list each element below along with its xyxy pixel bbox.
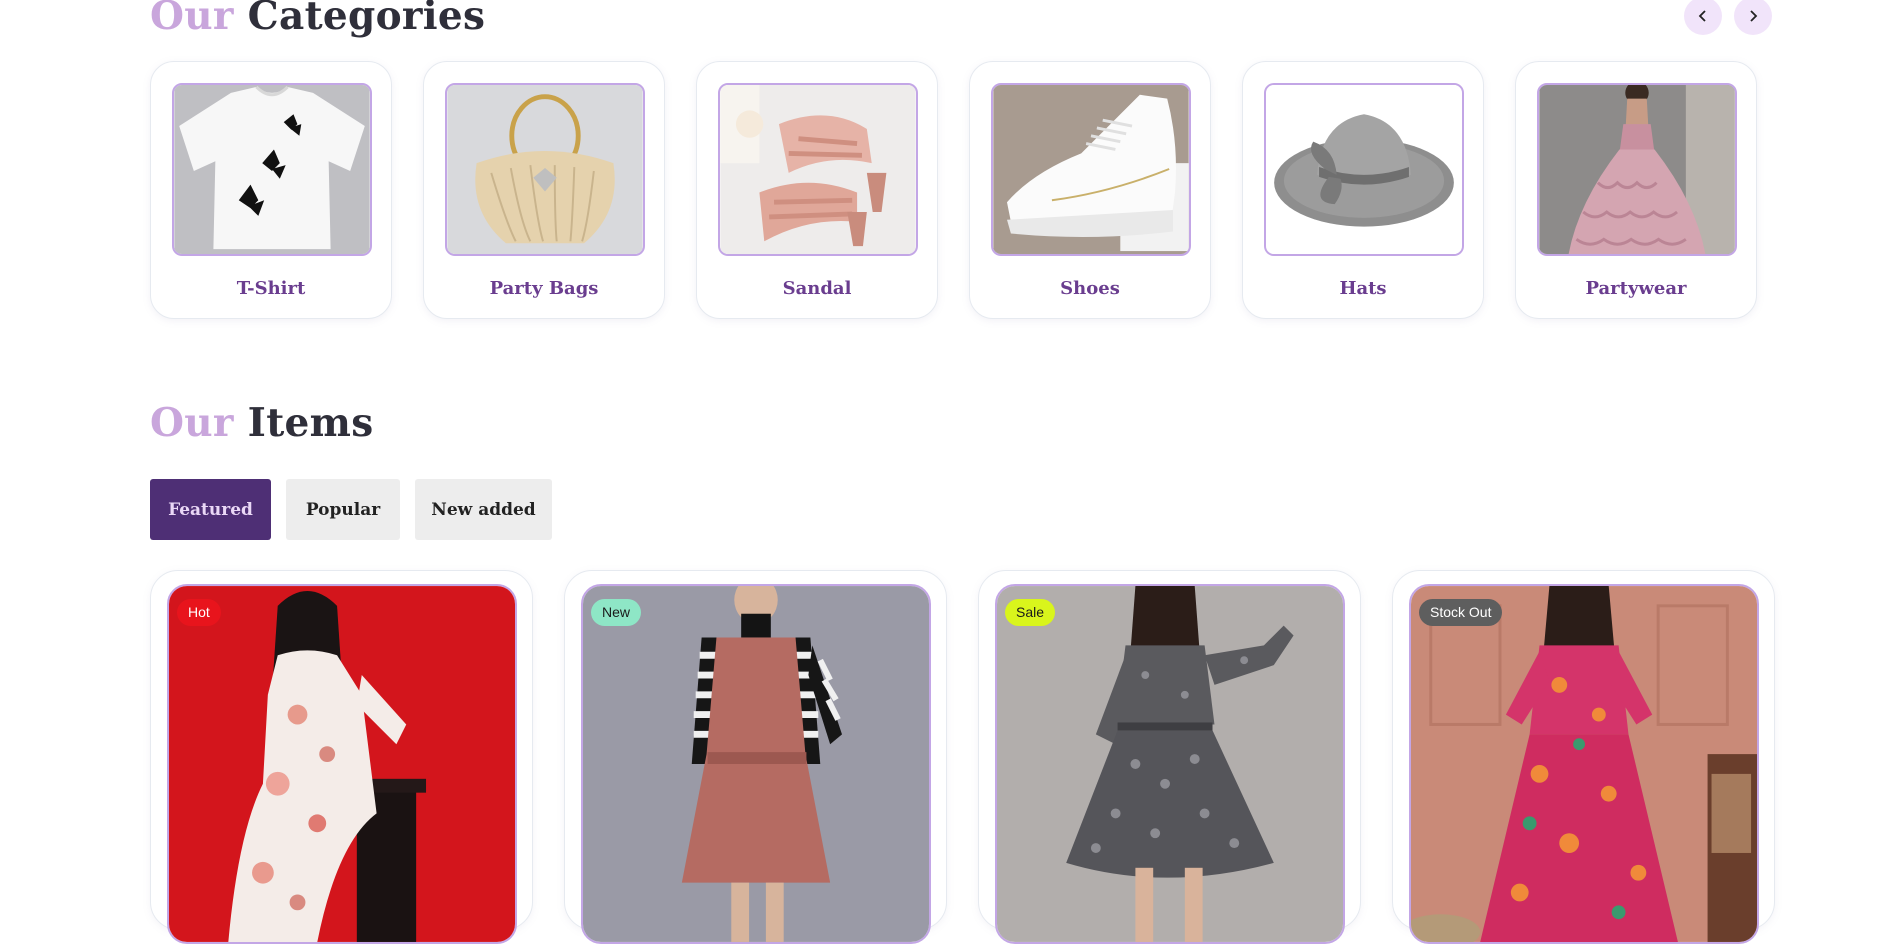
sandal-image — [718, 83, 918, 256]
category-label: Sandal — [782, 278, 852, 299]
items-title: Our Items — [150, 400, 373, 446]
product-image[interactable] — [167, 584, 517, 944]
category-label: Hats — [1339, 278, 1387, 299]
category-card-shoes[interactable]: Shoes — [969, 61, 1211, 319]
item-filter-tabs: Featured Popular New added — [150, 479, 552, 540]
product-image[interactable] — [1409, 584, 1759, 944]
categories-carousel: T-Shirt Party Bags Sandal Shoes Hats Par… — [150, 61, 1757, 319]
items-title-accent: Our — [150, 400, 234, 446]
category-label: Partywear — [1585, 278, 1687, 299]
product-image[interactable] — [581, 584, 931, 944]
product-badge-hot: Hot — [177, 599, 221, 626]
items-title-main: Items — [247, 400, 374, 446]
categories-next-button[interactable] — [1734, 0, 1772, 35]
partywear-image — [1537, 83, 1737, 256]
category-card-sandal[interactable]: Sandal — [696, 61, 938, 319]
party-bag-image — [445, 83, 645, 256]
shoe-image — [991, 83, 1191, 256]
category-card-partywear[interactable]: Partywear — [1515, 61, 1757, 319]
categories-title-main: Categories — [247, 0, 486, 39]
tab-new-added[interactable]: New added — [415, 479, 552, 540]
hat-image — [1264, 83, 1464, 256]
product-card[interactable]: Hot — [150, 570, 533, 944]
chevron-left-icon — [1698, 10, 1706, 22]
categories-title: Our Categories — [150, 0, 485, 39]
category-card-hats[interactable]: Hats — [1242, 61, 1484, 319]
category-card-party-bags[interactable]: Party Bags — [423, 61, 665, 319]
product-badge-stock-out: Stock Out — [1419, 599, 1503, 626]
product-badge-new: New — [591, 599, 642, 626]
tshirt-image — [172, 83, 372, 256]
product-card[interactable]: New — [564, 570, 947, 944]
category-card-tshirt[interactable]: T-Shirt — [150, 61, 392, 319]
product-image[interactable] — [995, 584, 1345, 944]
product-grid: Hot New Sale Stock Out — [150, 570, 1775, 944]
categories-title-accent: Our — [150, 0, 234, 39]
categories-prev-button[interactable] — [1684, 0, 1722, 35]
product-card[interactable]: Stock Out — [1392, 570, 1775, 944]
product-badge-sale: Sale — [1005, 599, 1056, 626]
category-label: T-Shirt — [236, 278, 306, 299]
tab-featured[interactable]: Featured — [150, 479, 271, 540]
chevron-right-icon — [1750, 10, 1758, 22]
category-label: Party Bags — [489, 278, 599, 299]
category-label: Shoes — [1060, 278, 1120, 299]
tab-popular[interactable]: Popular — [286, 479, 400, 540]
product-card[interactable]: Sale — [978, 570, 1361, 944]
